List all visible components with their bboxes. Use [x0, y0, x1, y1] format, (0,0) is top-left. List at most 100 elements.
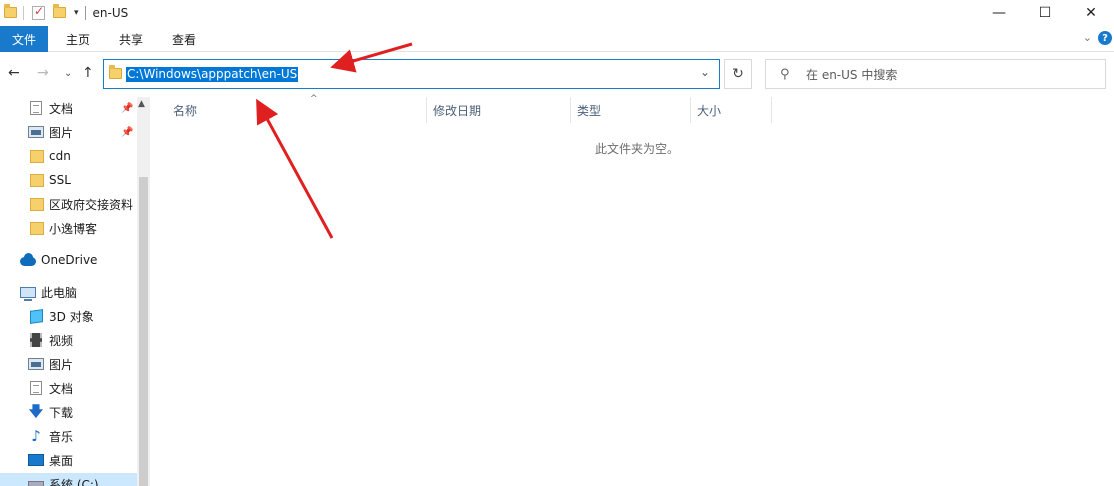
document-icon [30, 381, 42, 395]
empty-folder-message: 此文件夹为空。 [595, 142, 680, 156]
tree-item-blog[interactable]: 小逸博客 [0, 217, 137, 239]
tree-item-system-drive[interactable]: 系统 (C:) [0, 473, 137, 486]
column-header-name[interactable]: ^ 名称 [167, 94, 427, 123]
help-icon[interactable]: ? [1098, 31, 1112, 45]
navigation-pane: 文档 📌 图片 📌 cdn SSL 区政府交接资料 小逸博客 OneDrive [0, 97, 150, 486]
title-divider [84, 5, 86, 20]
tree-item-music[interactable]: ♪ 音乐 [0, 425, 137, 447]
search-box[interactable]: ⚲ [765, 59, 1106, 89]
tree-item-3d-objects[interactable]: 3D 对象 [0, 305, 137, 327]
maximize-button[interactable]: ☐ [1022, 0, 1068, 25]
search-icon: ⚲ [780, 67, 790, 82]
tab-file[interactable]: 文件 [0, 26, 48, 52]
tree-item-label: 文档 [49, 101, 74, 116]
tree-item-desktop[interactable]: 桌面 [0, 449, 137, 471]
tree-item-label: 系统 (C:) [49, 477, 99, 486]
column-header-date-modified[interactable]: 修改日期 [427, 97, 571, 123]
tree-item-documents[interactable]: 文档 [0, 377, 137, 399]
navigation-bar: ← → ⌄ ↑ C:\Windows\apppatch\en-US ⌄ ↻ ⚲ [0, 53, 1114, 97]
folder-tree: 文档 📌 图片 📌 cdn SSL 区政府交接资料 小逸博客 OneDrive [0, 97, 137, 486]
tree-item-ssl[interactable]: SSL [0, 169, 137, 191]
tree-item-label: 区政府交接资料 [49, 197, 134, 212]
tab-home[interactable]: 主页 [66, 26, 90, 52]
picture-icon [28, 126, 44, 138]
window-controls: — ☐ ✕ [976, 0, 1114, 25]
window-title: en-US [92, 5, 129, 20]
tree-item-label: SSL [49, 173, 71, 187]
sort-ascending-icon: ^ [310, 94, 318, 104]
ribbon: 文件 主页 共享 查看 ⌄ ? [0, 26, 1114, 52]
column-header-label: 类型 [577, 103, 602, 118]
video-icon [30, 333, 42, 347]
tree-item-label: OneDrive [41, 253, 98, 267]
close-button[interactable]: ✕ [1068, 0, 1114, 25]
customize-toolbar-icon[interactable]: ▾ [74, 8, 79, 18]
cube-icon [30, 308, 43, 324]
tree-item-label: 此电脑 [41, 285, 78, 300]
folder-icon [30, 221, 44, 235]
address-path[interactable]: C:\Windows\apppatch\en-US [126, 67, 299, 82]
cloud-icon [20, 252, 36, 266]
address-bar[interactable]: C:\Windows\apppatch\en-US ⌄ [103, 59, 720, 89]
tree-item-this-pc[interactable]: 此电脑 [0, 281, 137, 303]
recent-locations-icon[interactable]: ⌄ [64, 68, 72, 79]
tree-item-label: 桌面 [49, 453, 74, 468]
tree-item-onedrive[interactable]: OneDrive [0, 249, 137, 271]
scroll-up-icon[interactable]: ▲ [138, 99, 145, 109]
column-header-label: 名称 [173, 103, 198, 118]
back-icon[interactable]: ← [8, 65, 20, 81]
drive-icon [28, 481, 44, 486]
folder-icon [30, 149, 44, 163]
tree-item-label: 视频 [49, 333, 74, 348]
toolbar-divider [23, 5, 24, 20]
tree-item-pictures[interactable]: 图片 [0, 353, 137, 375]
tree-item-label: cdn [49, 149, 71, 163]
tree-item-cdn[interactable]: cdn [0, 145, 137, 167]
computer-icon [20, 286, 36, 301]
picture-icon [28, 358, 44, 370]
column-header-type[interactable]: 类型 [571, 97, 691, 123]
tree-item-label: 3D 对象 [49, 309, 94, 324]
tree-item-downloads[interactable]: 🡇 下载 [0, 401, 137, 423]
column-header-size[interactable]: 大小 [691, 97, 772, 123]
pin-icon[interactable]: 📌 [121, 127, 133, 138]
nav-scrollbar[interactable]: ▲ [137, 97, 150, 486]
properties-icon[interactable] [32, 4, 45, 20]
tree-item-pictures-quick[interactable]: 图片 📌 [0, 121, 137, 143]
quick-access-toolbar: ▾ en-US [0, 0, 128, 25]
up-icon[interactable]: ↑ [82, 65, 94, 81]
column-header-label: 大小 [697, 103, 722, 118]
music-icon: ♪ [31, 427, 41, 445]
title-bar: ▾ en-US — ☐ ✕ [0, 0, 1114, 25]
tree-item-documents-quick[interactable]: 文档 📌 [0, 97, 137, 119]
folder-icon [30, 173, 44, 187]
refresh-icon: ↻ [732, 66, 744, 82]
folder-icon [30, 197, 44, 211]
expand-ribbon-icon[interactable]: ⌄ [1083, 31, 1092, 44]
chevron-down-icon[interactable]: ⌄ [700, 65, 710, 79]
desktop-icon [28, 454, 44, 466]
pin-icon[interactable]: 📌 [121, 103, 133, 114]
forward-icon[interactable]: → [37, 65, 49, 81]
tab-view[interactable]: 查看 [172, 26, 196, 52]
folder-icon[interactable] [4, 4, 17, 18]
tree-item-label: 音乐 [49, 429, 74, 444]
tree-item-handover[interactable]: 区政府交接资料 [0, 193, 137, 215]
new-folder-icon[interactable] [53, 4, 66, 18]
tree-item-label: 文档 [49, 381, 74, 396]
tree-item-label: 图片 [49, 357, 74, 372]
scrollbar-thumb[interactable] [139, 177, 148, 486]
refresh-button[interactable]: ↻ [724, 59, 752, 89]
document-icon [30, 101, 42, 115]
minimize-button[interactable]: — [976, 0, 1022, 25]
column-header-label: 修改日期 [433, 103, 482, 118]
download-icon: 🡇 [28, 404, 44, 420]
tree-item-videos[interactable]: 视频 [0, 329, 137, 351]
tree-item-label: 下载 [49, 405, 74, 420]
tree-item-label: 图片 [49, 125, 74, 140]
tree-item-label: 小逸博客 [49, 221, 98, 236]
file-list: ^ 名称 修改日期 类型 大小 此文件夹为空。 [150, 94, 1114, 486]
search-input[interactable] [806, 67, 1096, 83]
tab-share[interactable]: 共享 [119, 26, 143, 52]
folder-icon [109, 65, 122, 79]
